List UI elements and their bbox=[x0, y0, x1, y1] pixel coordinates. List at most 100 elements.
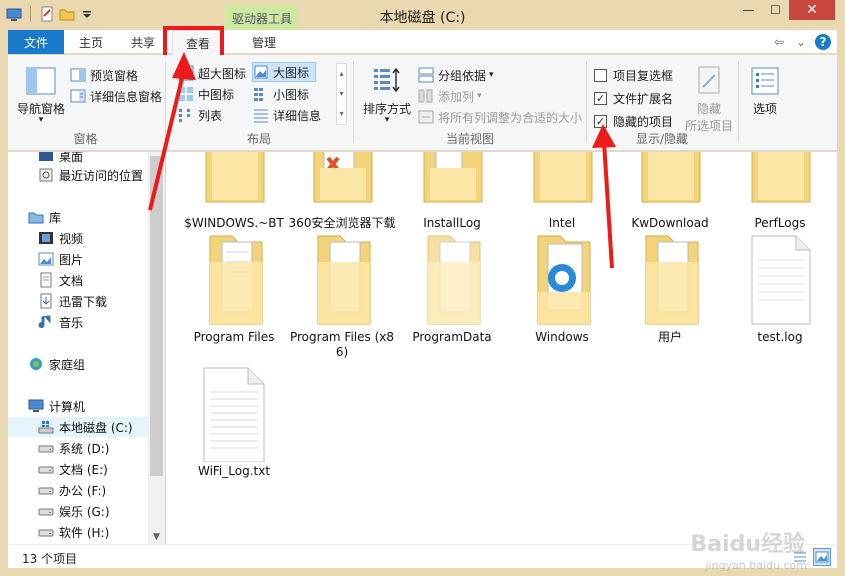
hide-selected-button[interactable]: 隐藏 所选项目 bbox=[682, 65, 736, 134]
file-item[interactable]: Windows bbox=[507, 232, 617, 345]
layout-large[interactable]: 大图标 bbox=[252, 62, 317, 82]
folder-icon bbox=[427, 235, 481, 325]
size-all-columns-button[interactable]: 将所有列调整为合适的大小 bbox=[418, 107, 582, 127]
sort-by-button[interactable]: 排序方式 ▾ bbox=[360, 65, 414, 125]
nav-item-drive-f[interactable]: 办公 (F:) bbox=[38, 480, 106, 500]
preview-pane-icon bbox=[70, 68, 86, 82]
nav-item-label: 软件 (H:) bbox=[59, 525, 110, 540]
documents-icon bbox=[40, 272, 52, 288]
drive-icon bbox=[38, 445, 54, 453]
tab-manage[interactable]: 管理 bbox=[238, 30, 290, 54]
group-by-label: 分组依据 bbox=[438, 68, 487, 83]
nav-item-pictures[interactable]: 图片 bbox=[38, 249, 83, 269]
layout-small[interactable]: 小图标 bbox=[253, 84, 309, 104]
nav-item-computer[interactable]: 计算机 bbox=[28, 396, 85, 416]
layout-medium[interactable]: 中图标 bbox=[178, 84, 234, 104]
layout-gallery-scroll[interactable]: ▴ ▾ ▾ bbox=[336, 63, 347, 125]
hidden-items-toggle[interactable]: ✓ 隐藏的项目 bbox=[594, 111, 673, 131]
thunder-download-icon bbox=[40, 293, 52, 309]
file-item[interactable]: WiFi_Log.txt bbox=[179, 366, 289, 479]
large-icons-view-icon[interactable] bbox=[813, 548, 831, 566]
preview-pane-button[interactable]: 预览窗格 bbox=[70, 65, 138, 85]
file-item[interactable]: ProgramData bbox=[397, 232, 507, 345]
explorer-window: 本地磁盘 (C:) — ☐ ✕ 驱动器工具 文件 主页 共享 查看 管理 ⇦ ⌄… bbox=[0, 0, 845, 576]
file-item[interactable]: Program Files bbox=[179, 232, 289, 345]
nav-item-homegroup[interactable]: 家庭组 bbox=[28, 354, 85, 374]
layout-extra-large[interactable]: 超大图标 bbox=[178, 63, 246, 83]
file-item[interactable]: $WINDOWS.~BT bbox=[179, 152, 289, 231]
log-file-icon bbox=[751, 235, 811, 325]
add-columns-icon bbox=[418, 89, 433, 103]
file-name: Intel bbox=[548, 216, 576, 230]
nav-pane-button[interactable]: 导航窗格 ▾ bbox=[14, 65, 68, 125]
nav-item-thunder-downloads[interactable]: 迅雷下载 bbox=[38, 291, 107, 311]
details-pane-label: 详细信息窗格 bbox=[90, 89, 163, 104]
nav-item-label: 图片 bbox=[59, 252, 84, 267]
nav-item-label: 办公 (F:) bbox=[59, 483, 107, 498]
pin-ribbon-icon[interactable]: ⇦ bbox=[771, 34, 787, 50]
file-view: $WINDOWS.~BT 360安全浏览器下载 InstallLog Intel… bbox=[166, 152, 837, 544]
drive-icon bbox=[38, 529, 54, 537]
nav-item-label: 文档 (E:) bbox=[59, 462, 108, 477]
nav-scrollbar-thumb[interactable] bbox=[150, 156, 163, 476]
file-name: PerfLogs bbox=[754, 216, 806, 230]
nav-pane-icon bbox=[26, 67, 56, 95]
hidden-items-checkbox[interactable]: ✓ bbox=[594, 114, 607, 128]
file-item[interactable]: Program Files (x86) bbox=[287, 232, 397, 360]
nav-scrollbar[interactable]: ▼ bbox=[148, 152, 165, 544]
file-name: Program Files bbox=[193, 330, 275, 344]
nav-item-drive-d[interactable]: 系统 (D:) bbox=[38, 438, 109, 458]
nav-item-recent[interactable]: 最近访问的位置 bbox=[38, 165, 143, 185]
nav-item-local-disk-c[interactable]: 本地磁盘 (C:) bbox=[8, 417, 148, 437]
group-by-icon bbox=[418, 67, 434, 83]
file-item[interactable]: 360安全浏览器下载 bbox=[287, 152, 397, 231]
nav-item-drive-h[interactable]: 软件 (H:) bbox=[38, 522, 109, 542]
item-checkboxes-toggle[interactable]: 项目复选框 bbox=[594, 65, 673, 85]
preview-pane-label: 预览窗格 bbox=[90, 68, 139, 83]
nav-item-drive-g[interactable]: 娱乐 (G:) bbox=[38, 501, 110, 521]
nav-item-documents[interactable]: 文档 bbox=[38, 270, 83, 290]
file-extensions-toggle[interactable]: ✓ 文件扩展名 bbox=[594, 88, 673, 108]
tab-file[interactable]: 文件 bbox=[8, 30, 64, 54]
file-item[interactable]: KwDownload bbox=[615, 152, 725, 231]
layout-list[interactable]: 列表 bbox=[178, 105, 222, 125]
expand-ribbon-icon[interactable]: ⌄ bbox=[793, 34, 809, 50]
help-icon[interactable]: ? bbox=[815, 34, 831, 50]
close-button[interactable]: ✕ bbox=[789, 0, 835, 20]
folder-icon bbox=[313, 152, 373, 203]
file-item[interactable]: test.log bbox=[725, 232, 835, 345]
file-item[interactable]: PerfLogs bbox=[725, 152, 835, 231]
details-pane-button[interactable]: 详细信息窗格 bbox=[70, 86, 162, 106]
file-item[interactable]: Intel bbox=[507, 152, 617, 231]
item-checkboxes-checkbox[interactable] bbox=[594, 68, 607, 82]
nav-item-label: 视频 bbox=[59, 231, 84, 246]
file-item[interactable]: InstallLog bbox=[397, 152, 507, 231]
file-extensions-checkbox[interactable]: ✓ bbox=[594, 91, 607, 105]
nav-item-drive-e[interactable]: 文档 (E:) bbox=[38, 459, 108, 479]
nav-item-desktop[interactable]: 桌面 bbox=[38, 152, 83, 166]
options-button[interactable]: 选项 bbox=[742, 65, 788, 117]
tab-share[interactable]: 共享 bbox=[120, 30, 166, 54]
nav-item-videos[interactable]: 视频 bbox=[38, 228, 83, 248]
tabs-right-controls: ⇦ ⌄ ? bbox=[771, 34, 831, 50]
group-separator bbox=[738, 61, 739, 143]
folder-icon bbox=[533, 152, 593, 203]
nav-item-libraries[interactable]: 库 bbox=[28, 207, 61, 227]
hide-selected-icon bbox=[698, 66, 720, 94]
tab-home[interactable]: 主页 bbox=[68, 30, 114, 54]
file-name: $WINDOWS.~BT bbox=[184, 216, 284, 230]
layout-details[interactable]: 详细信息 bbox=[253, 105, 321, 125]
maximize-button[interactable]: ☐ bbox=[762, 0, 789, 20]
group-show-hide: 项目复选框 ✓ 文件扩展名 ✓ 隐藏的项目 隐藏 所选项目 显示/隐藏 bbox=[588, 59, 736, 149]
group-by-button[interactable]: 分组依据 ▾ bbox=[418, 65, 494, 85]
add-columns-button[interactable]: 添加列 ▾ bbox=[418, 86, 482, 106]
minimize-button[interactable]: — bbox=[735, 0, 762, 20]
file-item[interactable]: 用户 bbox=[615, 232, 725, 345]
file-name: WiFi_Log.txt bbox=[197, 464, 271, 478]
nav-item-label: 迅雷下载 bbox=[59, 294, 108, 309]
nav-item-music[interactable]: 音乐 bbox=[38, 312, 83, 332]
group-separator bbox=[353, 61, 354, 143]
scroll-down-icon[interactable]: ▼ bbox=[148, 530, 165, 544]
folder-icon bbox=[209, 235, 263, 325]
folder-icon bbox=[645, 235, 699, 325]
